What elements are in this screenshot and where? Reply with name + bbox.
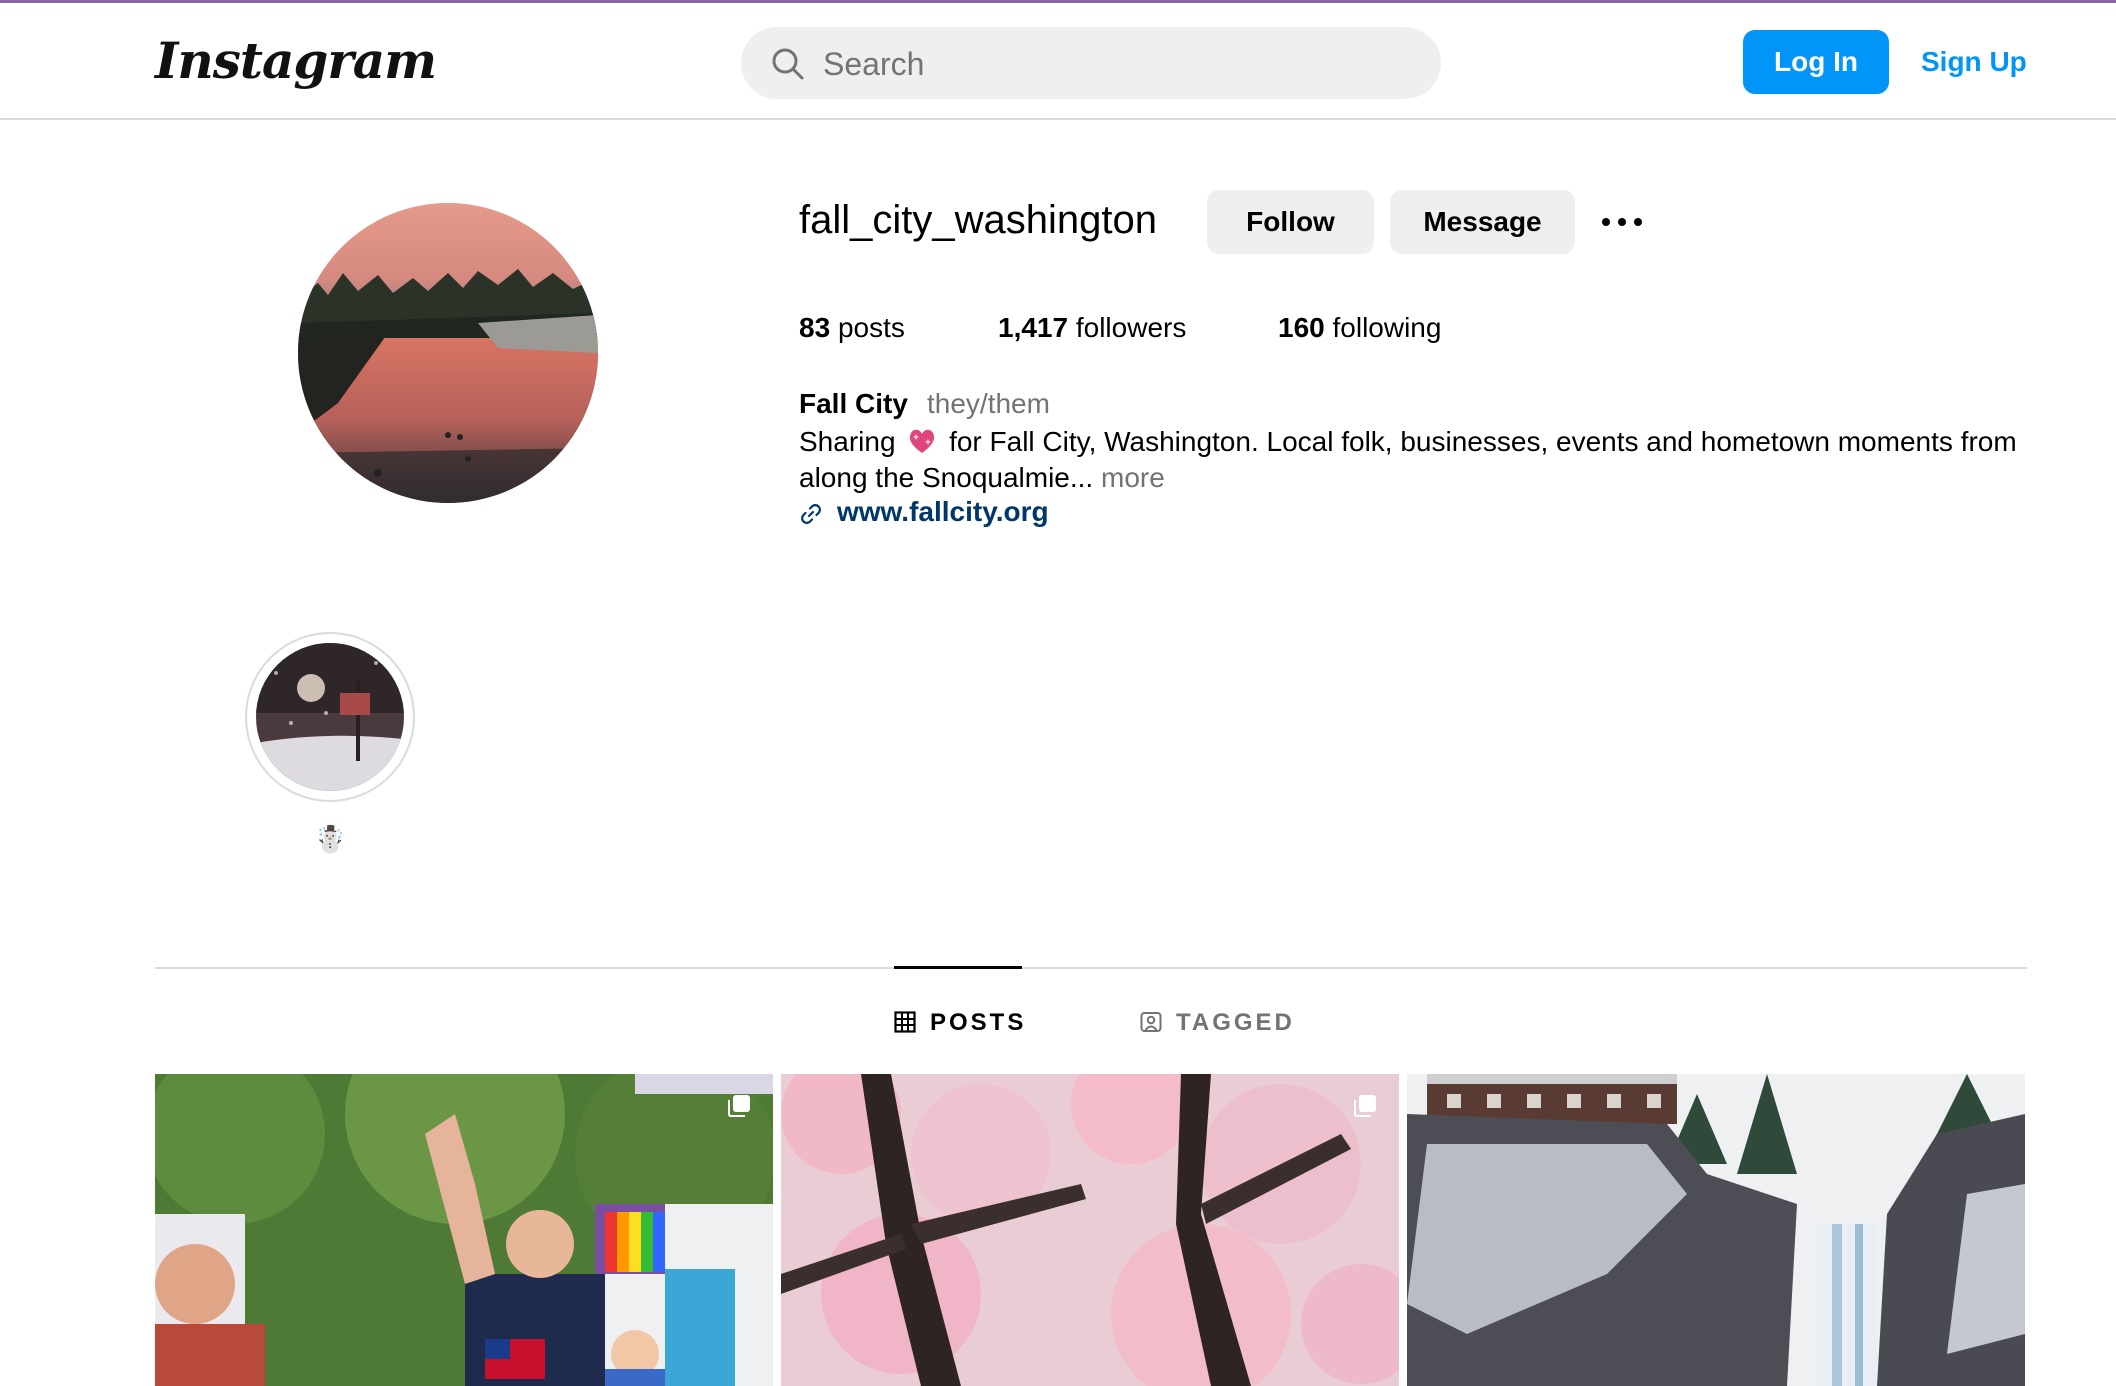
link-icon xyxy=(801,504,821,524)
highlight-cover xyxy=(256,643,404,791)
followers-count: 1,417 xyxy=(998,312,1069,343)
active-tab-indicator xyxy=(894,966,1022,969)
followers-stat[interactable]: 1,417 followers xyxy=(998,312,1186,344)
following-label: following xyxy=(1332,312,1442,343)
profile-avatar[interactable] xyxy=(298,203,598,503)
more-options-icon[interactable] xyxy=(1598,208,1646,236)
followers-label: followers xyxy=(1075,312,1187,343)
log-in-button[interactable]: Log In xyxy=(1743,30,1889,94)
sparkling-heart-icon xyxy=(910,429,935,453)
tab-tagged-label: TAGGED xyxy=(1176,1009,1295,1036)
tab-posts-label: POSTS xyxy=(930,1009,1027,1036)
tabs-divider xyxy=(155,967,2027,969)
snowy-night-image xyxy=(256,643,404,791)
multiple-photos-icon xyxy=(1354,1095,1376,1117)
story-highlight[interactable] xyxy=(245,632,415,802)
profile-full-name: Fall City xyxy=(799,388,908,419)
follow-button[interactable]: Follow xyxy=(1207,190,1374,254)
cherry-blossom-image xyxy=(781,1074,1399,1386)
profile-username: fall_city_washington xyxy=(799,198,1157,242)
posts-label: posts xyxy=(837,312,905,343)
bio-text: for Fall City, Washington. Local folk, b… xyxy=(799,426,2017,493)
following-count: 160 xyxy=(1278,312,1325,343)
website-link[interactable]: www.fallcity.org xyxy=(837,496,1049,528)
bio-prefix: Sharing xyxy=(799,426,896,457)
sign-up-link[interactable]: Sign Up xyxy=(1921,30,2027,94)
waterfall-image xyxy=(1407,1074,2025,1386)
top-navigation-bar: Instagram Log In Sign Up xyxy=(0,3,2116,120)
search-icon xyxy=(772,48,804,80)
message-button[interactable]: Message xyxy=(1390,190,1575,254)
river-sunset-image xyxy=(298,203,598,503)
bio-more-link[interactable]: more xyxy=(1101,462,1165,493)
search-box[interactable] xyxy=(741,27,1441,101)
posts-count: 83 xyxy=(799,312,831,343)
post-thumbnail-parade[interactable] xyxy=(155,1074,773,1386)
highlight-label: ☃️ xyxy=(314,824,347,854)
profile-pronouns: they/them xyxy=(927,388,1050,419)
instagram-logo[interactable]: Instagram xyxy=(155,31,437,90)
post-thumbnail-snoqualmie-falls[interactable] xyxy=(1407,1074,2025,1386)
grid-icon xyxy=(894,1011,916,1033)
following-stat[interactable]: 160 following xyxy=(1278,312,1441,344)
multiple-photos-icon xyxy=(728,1095,750,1117)
posts-count-stat: 83 posts xyxy=(799,312,905,344)
post-thumbnail-cherry-blossoms[interactable] xyxy=(781,1074,1399,1386)
parade-image xyxy=(155,1074,773,1386)
tagged-icon xyxy=(1140,1012,1162,1032)
search-input[interactable] xyxy=(821,27,1405,101)
profile-bio: Sharing for Fall City, Washington. Local… xyxy=(799,424,2019,496)
